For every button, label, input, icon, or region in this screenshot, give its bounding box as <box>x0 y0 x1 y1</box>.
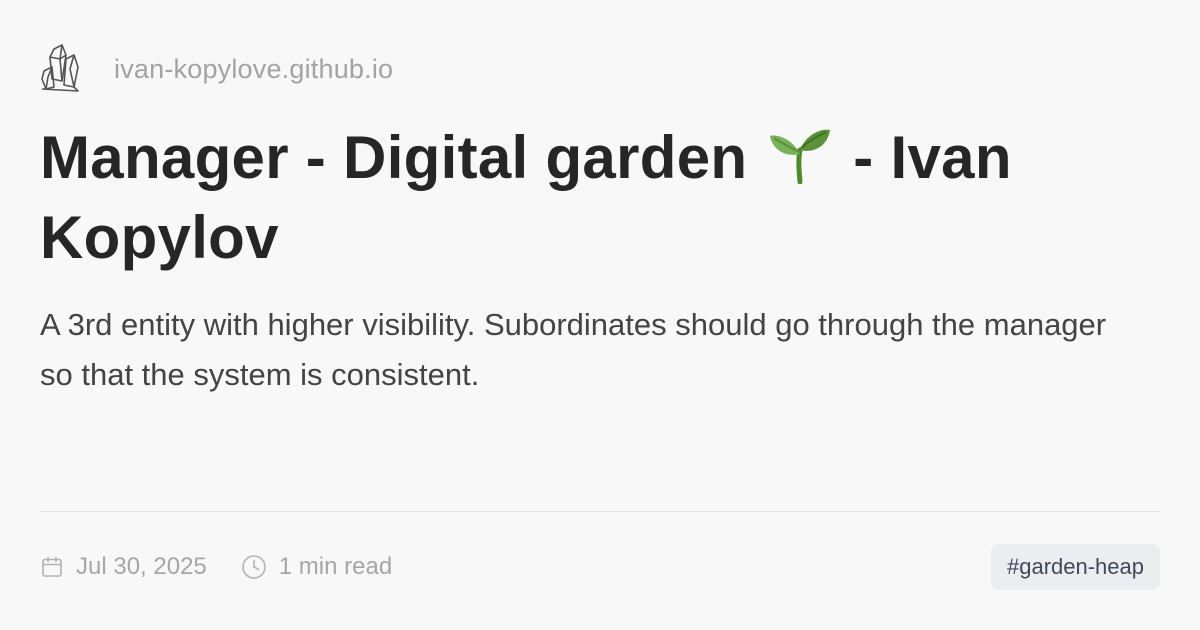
site-url[interactable]: ivan-kopylove.github.io <box>114 54 393 85</box>
divider <box>40 511 1160 512</box>
read-time-text: 1 min read <box>278 553 393 580</box>
site-header: ivan-kopylove.github.io <box>40 36 393 102</box>
post-date-text: Jul 30, 2025 <box>76 553 207 580</box>
post-meta: Jul 30, 2025 1 min read #garden-heap <box>40 544 1160 590</box>
tag-garden-heap[interactable]: #garden-heap <box>990 544 1160 590</box>
clock-icon <box>241 555 266 579</box>
calendar-icon <box>42 556 62 577</box>
read-time: 1 min read <box>241 553 392 581</box>
title-text-part1: Manager - Digital garden <box>40 124 748 191</box>
seedling-icon <box>768 124 832 185</box>
post-description: A 3rd entity with higher visibility. Sub… <box>40 307 1107 392</box>
post-date: Jul 30, 2025 <box>40 553 207 581</box>
page-title: Manager - Digital garden - Ivan Kopylov <box>40 118 1150 278</box>
crystal-cluster-icon[interactable] <box>40 36 96 102</box>
